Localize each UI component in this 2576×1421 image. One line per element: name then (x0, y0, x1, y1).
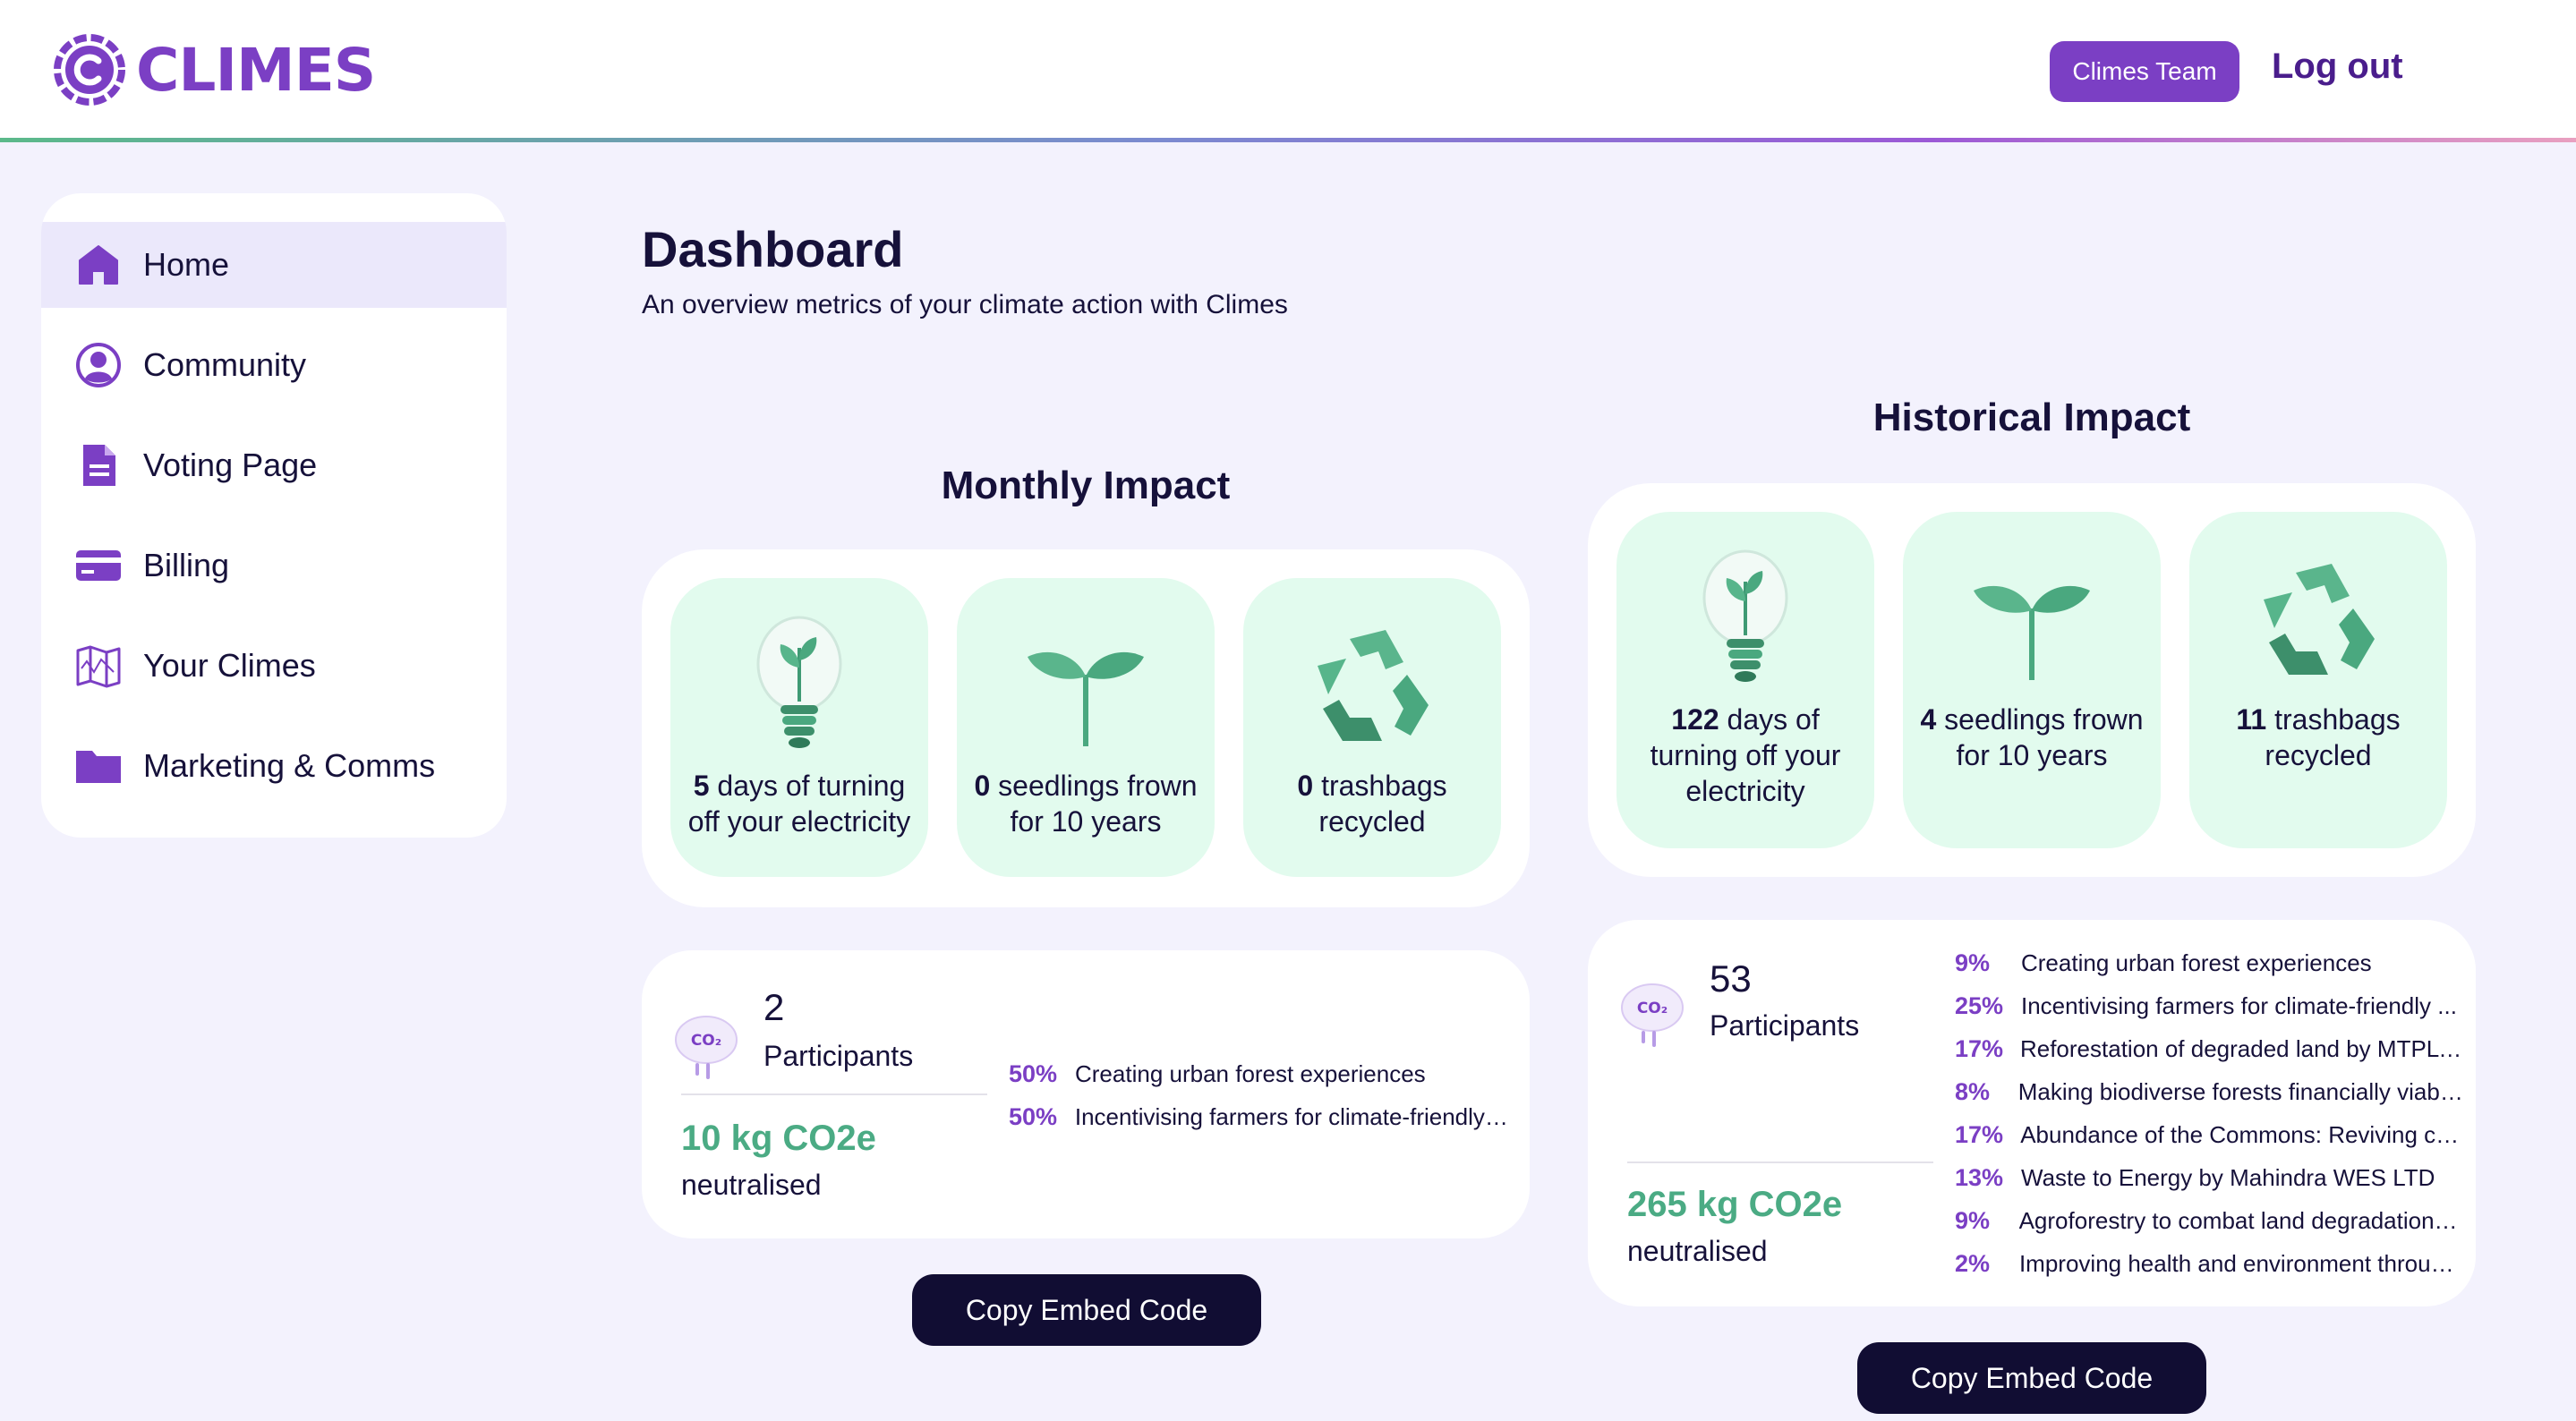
impact-trashbags-text: 0 trashbags recycled (1297, 770, 1447, 838)
sidebar-item-label: Home (143, 246, 230, 283)
header-divider (0, 138, 2576, 142)
stats-divider (681, 1093, 987, 1095)
historical-impact-card: 122 days of turning off your electricity… (1588, 483, 2476, 877)
svg-text:CO₂: CO₂ (1637, 1000, 1668, 1017)
project-list: 9% Creating urban forest experiences 25% I… (1955, 941, 2463, 1285)
impact-electricity-text: 5 days of turning off your electricity (687, 770, 911, 838)
user-circle-icon (73, 340, 124, 390)
impact-tile-seedlings: 4 seedlings frown for 10 years (1903, 512, 2161, 848)
seedling-icon (1974, 585, 2090, 680)
team-button[interactable]: Climes Team (2050, 41, 2239, 102)
monthly-impact-title: Monthly Impact (941, 464, 1231, 507)
list-item: 50% Incentivising farmers for climate-fri… (1009, 1102, 1510, 1130)
lightbulb-plant-icon (1702, 549, 1788, 682)
stats-divider (1627, 1161, 1933, 1163)
seedling-icon (1028, 651, 1144, 746)
list-item: 9% Creating urban forest experiences (1955, 949, 2372, 976)
list-item: 17% Abundance of the Commons: Reviving co… (1955, 1120, 2463, 1148)
impact-tile-trashbags: 11 trashbags recycled (2189, 512, 2447, 848)
map-icon (73, 641, 124, 691)
monthly-impact-card: 5 days of turning off your electricity 0… (642, 549, 1530, 907)
co2-neutralised-value: 10 kg CO2e (681, 1119, 876, 1158)
impact-trashbags-text: 11 trashbags recycled (2236, 703, 2401, 771)
svg-text:CO₂: CO₂ (691, 1032, 721, 1050)
impact-electricity-text: 122 days of turning off your electricity (1650, 703, 1841, 807)
co2-neutralised-label: neutralised (681, 1169, 822, 1201)
sidebar-item-label: Your Climes (143, 647, 316, 684)
list-item: 13% Waste to Energy by Mahindra WES LTD (1955, 1163, 2435, 1191)
historical-impact-title: Historical Impact (1872, 396, 2191, 439)
lightbulb-plant-icon (756, 616, 842, 748)
sidebar-item-label: Community (143, 346, 307, 383)
header: CLIMES Climes Team Log out (0, 0, 2576, 140)
participants-count: 53 (1710, 957, 1752, 1000)
sidebar-item-label: Voting Page (143, 447, 318, 483)
list-item: 25% Incentivising farmers for climate-fri… (1955, 991, 2457, 1019)
recycle-icon (2264, 564, 2375, 675)
home-icon (73, 240, 124, 290)
sidebar-item-billing[interactable]: Billing (41, 523, 507, 608)
logo[interactable]: CLIMES (54, 32, 376, 107)
list-item: 2% Improving health and environment throu… (1955, 1249, 2463, 1277)
impact-seedlings-text: 0 seedlings frown for 10 years (974, 770, 1198, 838)
impact-tile-trashbags: 0 trashbags recycled (1243, 578, 1501, 877)
participants-label: Participants (763, 1040, 914, 1072)
sidebar-item-marketing-comms[interactable]: Marketing & Comms (41, 723, 507, 809)
co2-cloud-icon: CO₂ (1621, 983, 1684, 1047)
sidebar-item-community[interactable]: Community (41, 322, 507, 408)
folder-icon (73, 741, 124, 791)
impact-tile-electricity: 5 days of turning off your electricity (670, 578, 928, 877)
participants-count: 2 (763, 986, 785, 1028)
logout-link[interactable]: Log out (2272, 47, 2403, 87)
list-item: 9% Agroforestry to combat land degradatio… (1955, 1206, 2463, 1234)
impact-seedlings-text: 4 seedlings frown for 10 years (1920, 703, 2144, 771)
credit-card-icon (73, 540, 124, 591)
page-subtitle: An overview metrics of your climate acti… (642, 290, 1288, 319)
sidebar-item-home[interactable]: Home (41, 222, 507, 308)
sidebar-item-your-climes[interactable]: Your Climes (41, 623, 507, 709)
document-icon (73, 440, 124, 490)
participants-label: Participants (1710, 1009, 1860, 1042)
co2-neutralised-value: 265 kg CO2e (1627, 1185, 1843, 1224)
sidebar-item-label: Marketing & Comms (143, 747, 436, 784)
list-item: 8% Making biodiverse forests financially … (1955, 1077, 2463, 1105)
climes-logo-icon (54, 34, 125, 106)
list-item: 17% Reforestation of degraded land by MTP… (1955, 1034, 2463, 1062)
copy-embed-code-button[interactable]: Copy Embed Code (912, 1274, 1261, 1346)
copy-embed-code-button[interactable]: Copy Embed Code (1857, 1342, 2206, 1414)
sidebar: Home Community Voting Page Billing Your … (41, 193, 507, 838)
list-item: 50% Creating urban forest experiences (1009, 1059, 1426, 1087)
impact-tile-electricity: 122 days of turning off your electricity (1616, 512, 1874, 848)
impact-tile-seedlings: 0 seedlings frown for 10 years (957, 578, 1215, 877)
recycle-icon (1318, 630, 1429, 741)
monthly-stats-card: CO₂ 2 Participants 10 kg CO2e neutralise… (642, 950, 1530, 1238)
sidebar-item-label: Billing (143, 547, 230, 583)
historical-stats-card: CO₂ 53 Participants 265 kg CO2e neutrali… (1588, 920, 2476, 1306)
page-title: Dashboard (642, 221, 904, 277)
sidebar-item-voting-page[interactable]: Voting Page (41, 422, 507, 508)
logo-text: CLIMES (136, 35, 376, 105)
project-list: 50% Creating urban forest experiences 50%… (1009, 1052, 1510, 1138)
co2-neutralised-label: neutralised (1627, 1235, 1768, 1267)
co2-cloud-icon: CO₂ (675, 1016, 738, 1079)
